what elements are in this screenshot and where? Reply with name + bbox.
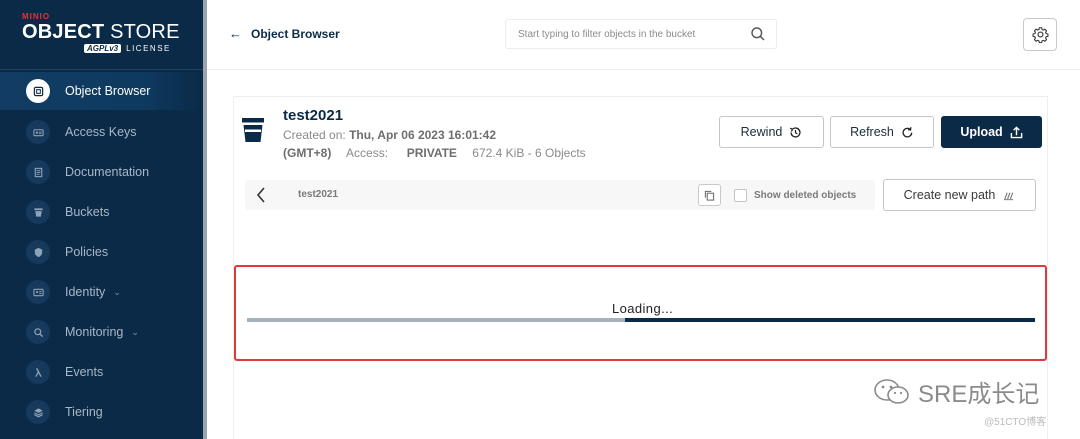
gear-icon [1032,27,1048,43]
sidebar-item-label: Identity [65,285,106,299]
back-link-label: Object Browser [251,26,340,41]
sidebar-item-object-browser[interactable]: Object Browser [0,72,203,110]
sidebar: MINIO OBJECT STORE AGPLv3 LICENSE Object… [0,0,203,439]
search-icon[interactable] [750,26,766,42]
sidebar-item-events[interactable]: Events [0,352,203,392]
object-browser-icon [26,79,50,103]
upload-icon [1010,125,1022,138]
refresh-icon [902,126,913,138]
sidebar-item-label: Access Keys [65,125,137,139]
monitoring-icon [26,320,50,344]
sidebar-item-buckets[interactable]: Buckets [0,192,203,232]
watermark-small: @51CTO博客 [984,417,1047,428]
breadcrumb[interactable]: test2021 [298,189,338,200]
sidebar-item-label: Monitoring [65,325,124,339]
progress-fill [625,318,1035,322]
progress-bar [247,318,1035,322]
bucket-created: Created on: Thu, Apr 06 2023 16:01:42 [283,128,496,142]
sidebar-item-policies[interactable]: Policies [0,232,203,272]
settings-button[interactable] [1023,18,1057,51]
sidebar-item-label: Object Browser [65,84,151,98]
logo-agpl: AGPLv3 [84,44,122,53]
upload-label: Upload [960,125,1003,139]
sidebar-nav: Object Browser Access Keys Documentation… [0,72,203,432]
chevron-left-icon[interactable] [255,186,267,204]
size-summary: 672.4 KiB - 6 Objects [472,146,586,160]
bucket-name: test2021 [283,107,344,124]
logo-license: AGPLv3 LICENSE [84,44,171,53]
search-placeholder: Start typing to filter objects in the bu… [518,28,696,40]
loading-text: Loading... [612,301,674,316]
rewind-label: Rewind [740,125,783,139]
events-icon [26,360,50,384]
access-value: PRIVATE [406,146,457,160]
logo-brand: MINIO [22,12,51,21]
refresh-label: Refresh [850,125,894,139]
sidebar-item-access-keys[interactable]: Access Keys [0,112,203,152]
sidebar-divider [0,69,203,70]
sidebar-item-tiering[interactable]: Tiering [0,392,203,432]
bucket-meta: (GMT+8) Access: PRIVATE 672.4 KiB - 6 Ob… [283,146,598,160]
sidebar-item-label: Policies [65,245,109,259]
upload-button[interactable]: Upload [941,116,1042,148]
loading-highlight: Loading... [234,265,1047,361]
tiering-icon [26,400,50,424]
sidebar-item-label: Tiering [65,405,103,419]
copy-icon [704,190,715,201]
access-keys-icon [26,120,50,144]
sidebar-item-identity[interactable]: Identity ⌄ [0,272,203,312]
documentation-icon [26,160,50,184]
show-deleted-label[interactable]: Show deleted objects [754,190,856,201]
breadcrumb-bar: test2021 Show deleted objects [245,180,875,210]
new-path-icon [1004,192,1014,200]
arrow-left-icon: ← [229,26,242,41]
created-value: Thu, Apr 06 2023 16:01:42 [349,128,497,142]
top-bar: ← Object Browser Start typing to filter … [207,0,1080,70]
watermark-text: SRE成长记 [918,381,1040,408]
search-input[interactable]: Start typing to filter objects in the bu… [505,19,777,49]
access-label: Access: [346,146,389,160]
copy-path-button[interactable] [698,184,721,206]
logo-title: OBJECT STORE [22,21,180,43]
wechat-logo-icon [874,378,909,404]
sidebar-item-label: Documentation [65,165,150,179]
sidebar-item-label: Buckets [65,205,110,219]
history-icon [790,126,801,138]
sidebar-item-monitoring[interactable]: Monitoring ⌄ [0,312,203,352]
chevron-down-icon[interactable]: ⌄ [113,287,121,298]
bucket-icon [242,118,264,142]
identity-icon [26,280,50,304]
watermark: SRE成长记 [872,374,1039,409]
show-deleted-checkbox[interactable] [734,189,747,202]
policies-icon [26,240,50,264]
rewind-button[interactable]: Rewind [719,116,824,148]
refresh-button[interactable]: Refresh [830,116,934,148]
logo-license-text: LICENSE [126,44,171,53]
sidebar-item-documentation[interactable]: Documentation [0,152,203,192]
created-label: Created on: [283,128,346,142]
buckets-icon [26,200,50,224]
timezone: (GMT+8) [283,146,332,160]
app-window: MINIO OBJECT STORE AGPLv3 LICENSE Object… [0,0,1080,439]
chevron-down-icon[interactable]: ⌄ [131,327,139,338]
back-to-object-browser-link[interactable]: ← Object Browser [229,26,340,41]
sidebar-item-label: Events [65,365,104,379]
create-new-path-button[interactable]: Create new path [883,179,1036,211]
minio-logo[interactable]: MINIO OBJECT STORE AGPLv3 LICENSE [22,12,182,60]
create-path-label: Create new path [903,188,996,202]
